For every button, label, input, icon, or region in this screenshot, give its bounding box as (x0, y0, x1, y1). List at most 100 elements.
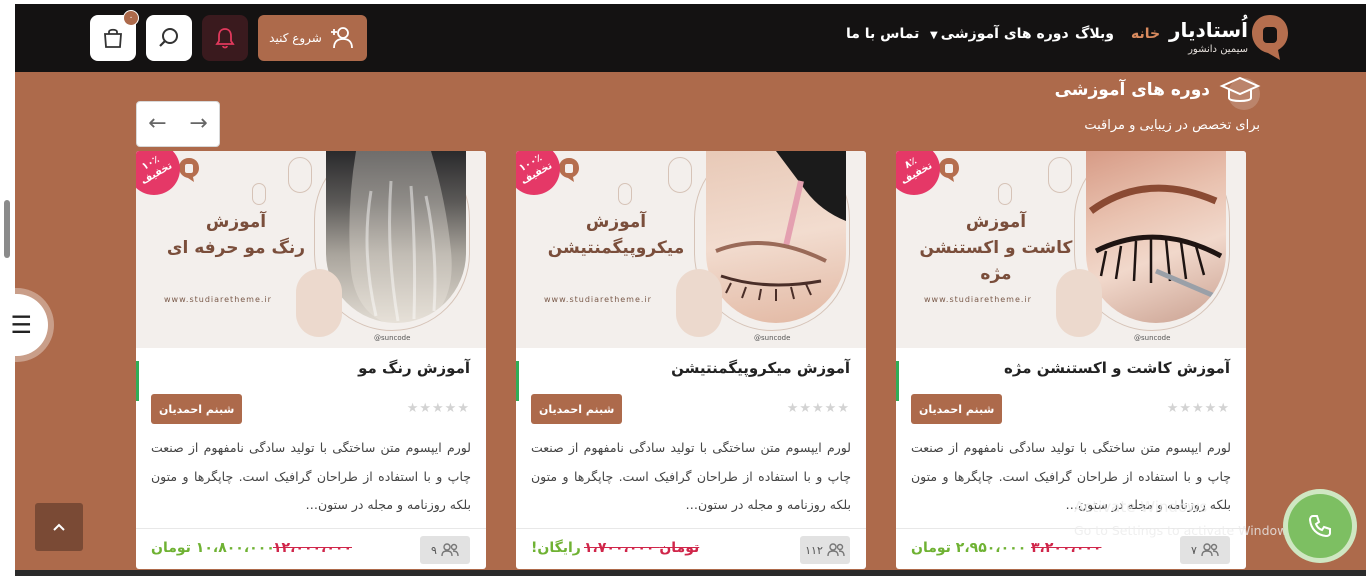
microblading-illustration (715, 151, 846, 301)
course-card[interactable]: آموزش میکروپیگمنتیشن www.studiaretheme.i… (516, 151, 866, 569)
student-count: ۷ (1180, 536, 1230, 564)
phone-icon (1308, 515, 1331, 538)
nav-contact[interactable]: تماس با ما (846, 26, 919, 42)
image-decoration (288, 157, 312, 193)
cart-icon (104, 28, 122, 48)
activation-watermark-subtitle: Go to Settings to activate Windows. (1074, 523, 1298, 538)
section-title: دوره های آموزشی (1054, 80, 1210, 100)
author-tag[interactable]: شبنم احمدیان (531, 394, 623, 424)
users-icon (441, 543, 459, 557)
browser-scroll-strip (0, 0, 15, 576)
course-card[interactable]: آموزش رنگ مو حرفه ای www.studiaretheme.i… (136, 151, 486, 569)
student-count-value: ۷ (1191, 543, 1197, 557)
title-accent (896, 361, 899, 401)
title-accent (136, 361, 139, 401)
image-title-line1: آموزش (965, 212, 1027, 232)
image-decoration (252, 183, 266, 205)
logo-icon[interactable] (1250, 13, 1290, 61)
image-url: www.studiaretheme.ir (544, 295, 652, 304)
cart-count-badge: ۰ (123, 10, 139, 26)
logo-icon (939, 158, 959, 182)
course-photo-eyelash (1086, 151, 1226, 323)
student-count: ۱۱۲ (800, 536, 850, 564)
old-price: ۱۲،۰۰۰،۰۰۰ (273, 540, 352, 556)
image-title-line1: آموزش (205, 212, 267, 232)
search-button[interactable] (146, 15, 192, 61)
course-photo-microblading (706, 151, 846, 323)
rating-stars: ★★★★★ (786, 401, 850, 416)
users-icon (1201, 543, 1219, 557)
image-blob (676, 269, 722, 337)
nav-courses-label: دوره های آموزشی (940, 26, 1069, 42)
start-button-label: شروع کنید (269, 31, 322, 45)
image-url: www.studiaretheme.ir (164, 295, 272, 304)
image-title: آموزش رنگ مو حرفه ای (156, 209, 316, 261)
chevron-up-icon (53, 523, 65, 531)
old-price: ۱،۷۰۰،۰۰۰ تومان (584, 540, 700, 556)
image-url: www.studiaretheme.ir (924, 295, 1032, 304)
divider (516, 528, 866, 529)
start-button[interactable]: شروع کنید (258, 15, 367, 61)
image-decoration (998, 183, 1012, 205)
graduation-cap-icon (1219, 76, 1261, 110)
student-count-value: ۹ (431, 543, 437, 557)
image-handle: @suncode (754, 334, 791, 342)
back-to-top-button[interactable] (35, 503, 83, 551)
image-decoration (668, 157, 692, 193)
brand-title[interactable]: اُستادیار (1169, 18, 1248, 42)
arrow-left-icon[interactable]: ← (148, 113, 166, 135)
price: ۱۰،۸۰۰،۰۰۰ تومان (151, 540, 275, 556)
notifications-button[interactable] (202, 15, 248, 61)
image-title-line2: کاشت و اکستنشن مژه (919, 238, 1073, 284)
image-decoration (618, 183, 632, 205)
course-description: لورم ایپسوم متن ساختگی با تولید سادگی نا… (151, 440, 471, 512)
image-title-line2: رنگ مو حرفه ای (166, 238, 306, 258)
student-count-value: ۱۱۲ (805, 543, 823, 557)
users-icon (827, 543, 845, 557)
course-image[interactable]: آموزش کاشت و اکستنشن مژه www.studiarethe… (896, 151, 1246, 348)
price: ۲،۹۵۰،۰۰۰ تومان (911, 540, 1027, 556)
hamburger-icon: ☰ (10, 311, 32, 339)
activation-watermark-title: Activate Windows (1074, 498, 1208, 516)
logo-icon (179, 158, 199, 182)
course-image[interactable]: آموزش میکروپیگمنتیشن www.studiaretheme.i… (516, 151, 866, 348)
nav-blog[interactable]: وبلاگ (1075, 26, 1114, 42)
slider-controls: ← → (136, 101, 220, 147)
page-bottom-edge (15, 570, 1366, 576)
rating-stars: ★★★★★ (1166, 401, 1230, 416)
section-subtitle: برای تخصص در زیبایی و مراقبت (1084, 118, 1260, 133)
price: رایگان! (531, 540, 581, 556)
student-count: ۹ (420, 536, 470, 564)
course-title[interactable]: آموزش کاشت و اکستنشن مژه (1004, 359, 1230, 377)
logo-icon (559, 158, 579, 182)
cart-button[interactable]: ۰ (90, 10, 139, 61)
image-handle: @suncode (1134, 334, 1171, 342)
chevron-down-icon: ▼ (930, 30, 938, 41)
arrow-right-icon[interactable]: → (189, 113, 207, 135)
course-description: لورم ایپسوم متن ساختگی با تولید سادگی نا… (531, 440, 851, 512)
image-title-line2: میکروپیگمنتیشن (547, 238, 685, 258)
rating-stars: ★★★★★ (406, 401, 470, 416)
image-title: آموزش کاشت و اکستنشن مژه (916, 209, 1076, 287)
bell-icon (215, 28, 235, 49)
course-image[interactable]: آموزش رنگ مو حرفه ای www.studiaretheme.i… (136, 151, 486, 348)
image-blob (296, 269, 342, 337)
author-tag[interactable]: شبنم احمدیان (151, 394, 243, 424)
course-photo-hair (326, 151, 466, 323)
hair-illustration (349, 151, 452, 323)
call-button[interactable] (1288, 494, 1352, 558)
course-title[interactable]: آموزش رنگ مو (358, 359, 470, 377)
user-plus-icon (330, 27, 353, 49)
search-icon (159, 28, 178, 47)
old-price: ۳،۲۰۰،۰۰۰ (1031, 540, 1102, 556)
brand-subtitle: سیمین دانشور (1188, 44, 1248, 55)
image-handle: @suncode (374, 334, 411, 342)
image-title-line1: آموزش (585, 212, 647, 232)
nav-courses[interactable]: دوره های آموزشی▼ (930, 26, 1069, 42)
title-accent (516, 361, 519, 401)
nav-home[interactable]: خانه (1131, 26, 1160, 42)
image-decoration (1048, 157, 1072, 193)
course-title[interactable]: آموزش میکروپیگمنتیشن (671, 359, 850, 377)
author-tag[interactable]: شبنم احمدیان (911, 394, 1003, 424)
page-scrollbar-thumb[interactable] (4, 200, 10, 258)
